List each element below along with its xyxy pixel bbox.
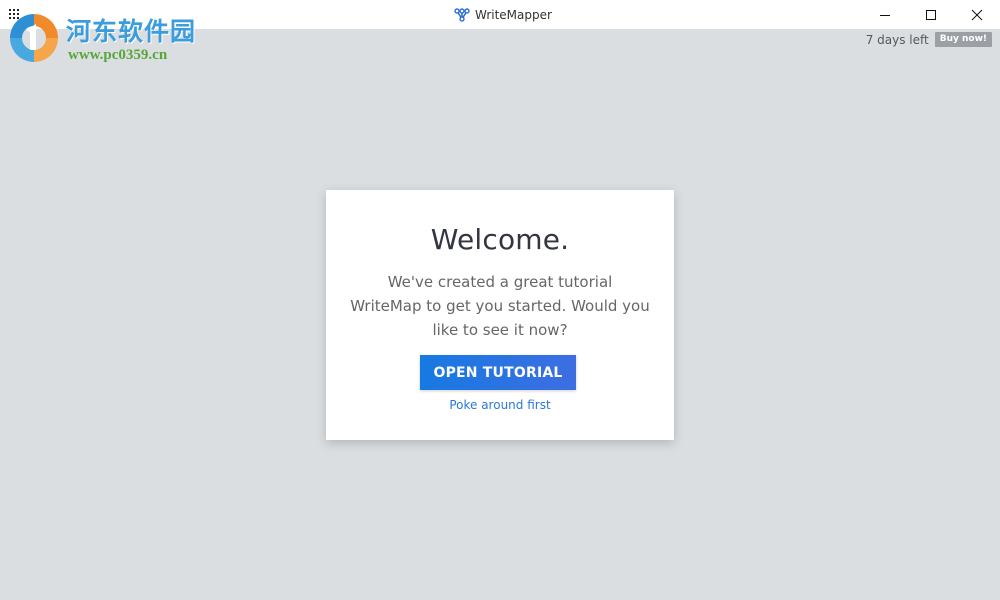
welcome-heading: Welcome. (430, 223, 570, 256)
maximize-button[interactable] (908, 0, 954, 29)
minimize-icon (880, 14, 890, 16)
trial-status: 7 days left Buy now! (866, 32, 992, 47)
window-title: WriteMapper (454, 6, 552, 24)
close-icon (971, 9, 983, 20)
poke-around-link[interactable]: Poke around first (326, 398, 674, 412)
close-button[interactable] (954, 0, 1000, 29)
open-tutorial-button[interactable]: OPEN TUTORIAL (420, 355, 576, 390)
maximize-icon (926, 9, 936, 20)
site-watermark: 河东软件园 www.pc0359.cn (4, 8, 209, 70)
watermark-logo-icon (10, 14, 58, 62)
minimize-button[interactable] (862, 0, 908, 29)
welcome-dialog: Welcome. We've created a great tutorial … (326, 190, 674, 440)
welcome-message: We've created a great tutorial WriteMap … (350, 273, 650, 339)
days-left-label: 7 days left (865, 32, 929, 47)
writemapper-logo-icon (454, 8, 470, 22)
window-title-text: WriteMapper (475, 8, 552, 22)
buy-now-button[interactable]: Buy now! (934, 32, 992, 47)
watermark-title: 河东软件园 (66, 17, 197, 46)
watermark-url: www.pc0359.cn (68, 47, 168, 63)
